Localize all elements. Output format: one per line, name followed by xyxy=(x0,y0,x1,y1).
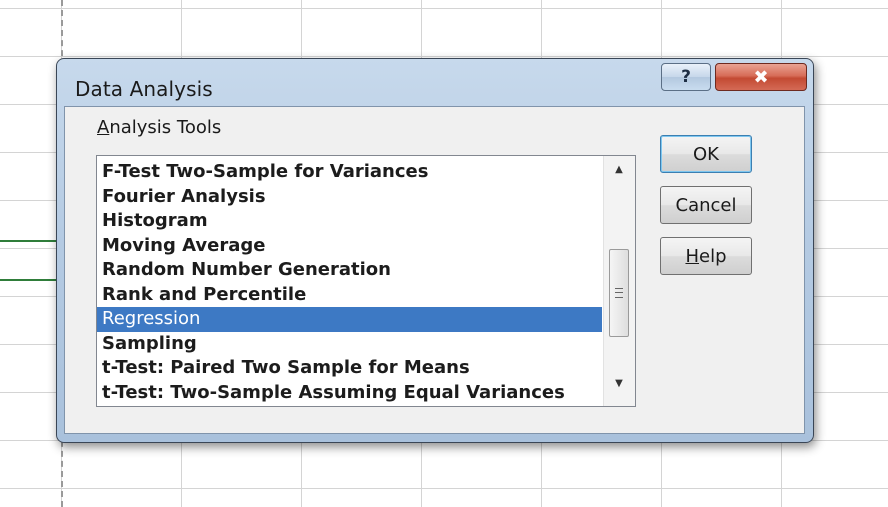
dialog-title: Data Analysis xyxy=(75,77,213,101)
list-item[interactable]: Regression xyxy=(97,307,602,332)
help-button[interactable]: Help xyxy=(660,237,752,275)
scroll-down-arrow-icon[interactable]: ▼ xyxy=(604,378,634,398)
list-item[interactable]: Histogram xyxy=(97,209,602,234)
close-button[interactable]: ✖ xyxy=(715,63,807,91)
analysis-tools-items: F-Test Two-Sample for Variances Fourier A… xyxy=(97,160,602,405)
list-item[interactable]: F-Test Two-Sample for Variances xyxy=(97,160,602,185)
scroll-up-arrow-icon[interactable]: ▲ xyxy=(604,164,634,184)
analysis-tools-label: Analysis Tools xyxy=(97,117,221,138)
dialog-client-area: Analysis Tools F-Test Two-Sample for Var… xyxy=(64,106,805,434)
list-item[interactable]: Fourier Analysis xyxy=(97,185,602,210)
list-item[interactable]: t-Test: Paired Two Sample for Means xyxy=(97,356,602,381)
analysis-tools-listbox[interactable]: F-Test Two-Sample for Variances Fourier A… xyxy=(96,155,636,407)
data-analysis-dialog: Data Analysis ? ✖ Analysis Tools F-Test … xyxy=(56,58,814,443)
help-mnemonic: H xyxy=(685,245,700,267)
list-item[interactable]: Random Number Generation xyxy=(97,258,602,283)
list-item[interactable]: Sampling xyxy=(97,332,602,357)
listbox-scrollbar[interactable]: ▲ ▼ xyxy=(603,156,635,406)
label-mnemonic: A xyxy=(97,117,110,138)
list-item[interactable]: Moving Average xyxy=(97,234,602,259)
help-text: elp xyxy=(699,245,727,267)
ok-button[interactable]: OK xyxy=(660,135,752,173)
label-text: nalysis Tools xyxy=(109,117,222,138)
list-item[interactable]: Rank and Percentile xyxy=(97,283,602,308)
cancel-button[interactable]: Cancel xyxy=(660,186,752,224)
scroll-grip-icon xyxy=(615,288,623,298)
title-help-button[interactable]: ? xyxy=(661,63,711,91)
list-item[interactable]: t-Test: Two-Sample Assuming Equal Varian… xyxy=(97,381,602,406)
scrollbar-thumb[interactable] xyxy=(609,249,629,337)
